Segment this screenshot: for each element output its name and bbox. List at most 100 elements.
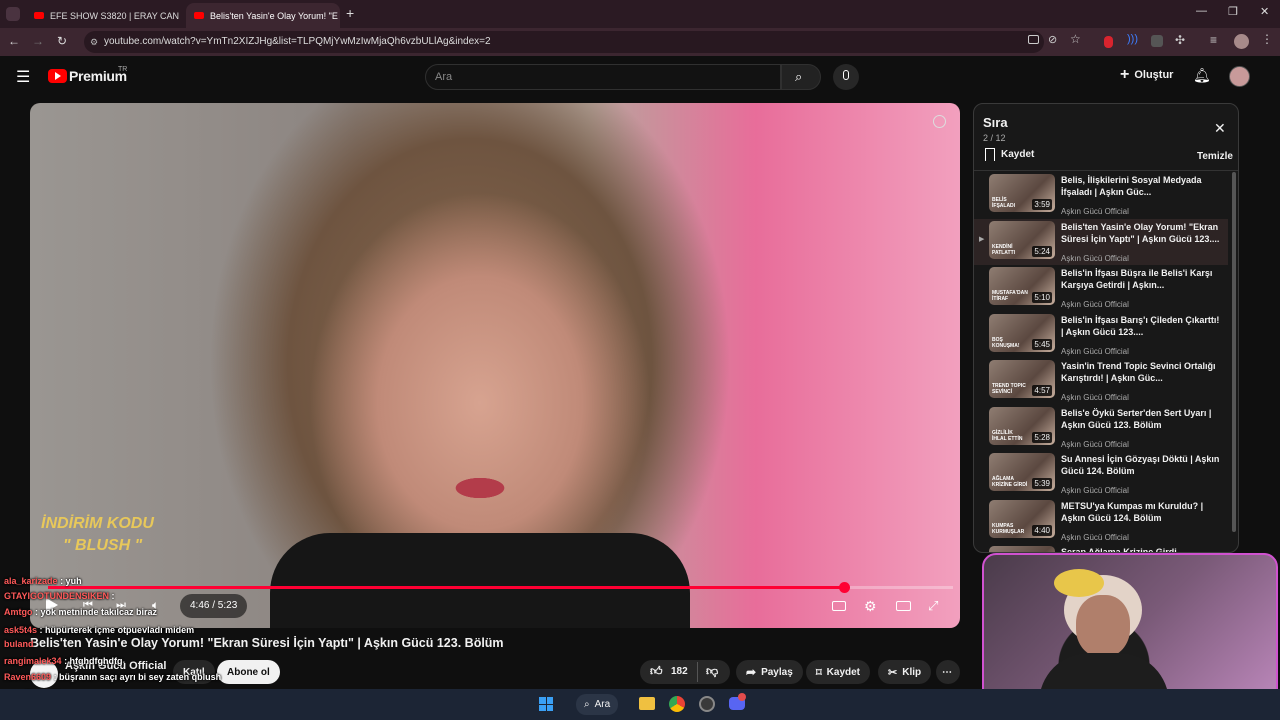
- playlist-item-channel: Aşkın Gücü Official: [1061, 300, 1129, 309]
- create-button[interactable]: + Oluştur: [1120, 67, 1174, 83]
- video-thumbnail[interactable]: TREND TOPIC SEVİNCİ 4:57: [989, 360, 1055, 398]
- browser-menu-icon[interactable]: ⋮: [1261, 32, 1273, 46]
- like-dislike-group: 👍︎ 182 👎︎: [640, 660, 730, 684]
- install-app-icon[interactable]: [1028, 35, 1039, 44]
- browser-toolbar: ← → ↻ ⚙ youtube.com/watch?v=YmTn2XIZJHg&…: [0, 28, 1280, 56]
- video-progress-bar[interactable]: [48, 582, 953, 593]
- time-display: 4:46 / 5:23: [180, 594, 248, 618]
- reload-icon[interactable]: ↻: [57, 34, 67, 48]
- extensions-puzzle-icon[interactable]: ✣: [1175, 33, 1185, 47]
- save-video-button[interactable]: ⌑ Kaydet: [806, 660, 871, 684]
- video-duration: 5:24: [1032, 245, 1052, 257]
- playlist-item-title: METSU'ya Kumpas mı Kuruldu? | Aşkın Gücü…: [1061, 500, 1204, 523]
- playlist-item[interactable]: ▶ KENDİNİ PATLATTI 5:24 Belis'ten Yasin'e O…: [974, 218, 1228, 265]
- video-thumbnail[interactable]: [989, 546, 1055, 552]
- new-tab-icon[interactable]: +: [346, 5, 354, 21]
- search-icon: ⌕: [584, 699, 590, 710]
- playlist-item[interactable]: BELİS İFŞALADI 3:59 Belis, İlişkilerini So…: [974, 172, 1228, 218]
- playlist-item[interactable]: GİZLİLİK İHLAL ETTİN 5:28 Belis'e Öykü Ser…: [974, 405, 1228, 451]
- video-thumbnail[interactable]: GİZLİLİK İHLAL ETTİN 5:28: [989, 406, 1055, 445]
- save-playlist-button[interactable]: Kaydet: [985, 148, 1034, 161]
- file-explorer-icon[interactable]: [639, 697, 655, 710]
- eye-off-icon[interactable]: ⊘: [1048, 33, 1057, 46]
- obs-icon[interactable]: [699, 696, 715, 712]
- bookmark-star-icon[interactable]: ☆: [1070, 32, 1081, 46]
- clip-button[interactable]: ✂ Klip: [878, 660, 932, 684]
- taskbar-search-label: Ara: [594, 699, 611, 710]
- profile-avatar[interactable]: [1234, 34, 1249, 49]
- video-duration: 4:40: [1032, 524, 1052, 536]
- chat-username[interactable]: GTAYIGOTUNDENSIKEN: [4, 591, 109, 601]
- forward-icon[interactable]: →: [32, 34, 44, 48]
- video-thumbnail[interactable]: KUMPAS KURMUŞLAR 4:40: [989, 499, 1055, 538]
- tab-efe-show[interactable]: EFE SHOW S3820 | ERAY CAN C ✕: [26, 3, 180, 28]
- playlist-item[interactable]: KUMPAS KURMUŞLAR 4:40 METSU'ya Kumpas mı K…: [974, 498, 1228, 544]
- thumbnail-caption: KUMPAS KURMUŞLAR: [992, 522, 1025, 535]
- thumbnail-caption: BELİS İFŞALADI: [992, 197, 1016, 209]
- back-icon[interactable]: ←: [8, 34, 20, 48]
- url-field[interactable]: ⚙ youtube.com/watch?v=YmTn2XIZJHg&list=T…: [84, 31, 1044, 53]
- voice-search-button[interactable]: [833, 64, 859, 90]
- more-actions-button[interactable]: ⋯: [936, 660, 960, 684]
- divider: [974, 170, 1238, 171]
- chat-username[interactable]: ala_karizade: [4, 576, 58, 586]
- tab-belis-video[interactable]: Belis'ten Yasin'e Olay Yorum! "E ✕: [186, 3, 340, 28]
- notifications-bell-icon[interactable]: 🔔︎: [1193, 67, 1211, 84]
- chat-username[interactable]: buland: [4, 639, 34, 649]
- video-thumbnail[interactable]: MUSTAFA'DAN İTİRAF 5:10: [989, 267, 1055, 305]
- restore-icon[interactable]: ❐: [1228, 5, 1238, 18]
- search-icon: ⌕: [795, 69, 803, 84]
- hamburger-menu-icon[interactable]: ☰: [16, 67, 30, 87]
- minimize-icon[interactable]: —: [1196, 5, 1207, 17]
- chrome-icon[interactable]: [669, 696, 685, 712]
- settings-gear-icon[interactable]: ⚙: [864, 598, 877, 615]
- clear-queue-button[interactable]: Temizle: [1197, 151, 1233, 162]
- subscribe-button[interactable]: Abone ol: [217, 660, 280, 684]
- extension-red-icon[interactable]: [1104, 36, 1113, 48]
- clip-label: Klip: [902, 666, 922, 678]
- search-input[interactable]: Ara: [425, 64, 781, 90]
- video-thumbnail[interactable]: AĞLAMA KRİZİNE GİRDİ 5:39: [989, 453, 1055, 491]
- more-horizontal-icon: ⋯: [942, 666, 952, 678]
- subtitles-icon[interactable]: [832, 601, 846, 611]
- account-avatar[interactable]: [1229, 66, 1250, 87]
- promo-code-label: İNDİRİM KODU: [41, 515, 154, 532]
- dislike-button[interactable]: 👎︎: [706, 664, 718, 679]
- playlist-item[interactable]: Serap Ağlama Krizine Girdi: [974, 544, 1228, 553]
- playlist-item-title: Serap Ağlama Krizine Girdi: [1061, 547, 1177, 553]
- share-button[interactable]: ➦ Paylaş: [736, 660, 803, 684]
- start-windows-icon[interactable]: [539, 697, 553, 711]
- taskbar-search[interactable]: ⌕ Ara: [576, 694, 619, 715]
- chat-text: : yok metninde takılcaz biraz: [35, 607, 158, 617]
- tab-search-button[interactable]: [6, 7, 20, 21]
- search-button[interactable]: ⌕: [781, 64, 821, 90]
- video-overlay-icon[interactable]: [933, 115, 946, 128]
- chat-username[interactable]: ask5t4s: [4, 625, 37, 635]
- window-close-icon[interactable]: ✕: [1260, 5, 1269, 18]
- playlist-item-title: Belis'e Öykü Serter'den Sert Uyarı | Aşk…: [1061, 407, 1212, 430]
- time-label: 4:46 / 5:23: [190, 600, 238, 611]
- playlist-item[interactable]: BOŞ KONUŞMA! 5:45 Belis'in İfşası Barış'ı …: [974, 312, 1228, 358]
- reading-list-icon[interactable]: ≡: [1210, 33, 1217, 47]
- playlist-item[interactable]: MUSTAFA'DAN İTİRAF 5:10 Belis'in İfşası Bü…: [974, 265, 1228, 311]
- extension-audio-icon[interactable]: ))): [1127, 33, 1138, 45]
- video-player[interactable]: İNDİRİM KODU " BLUSH " ⏮ ⏭ 🔈︎ 4:46 / 5:2…: [30, 103, 960, 628]
- close-playlist-icon[interactable]: ✕: [1214, 120, 1226, 137]
- like-button[interactable]: 👍︎: [650, 664, 663, 679]
- fullscreen-icon[interactable]: ⤢: [928, 598, 938, 614]
- site-info-icon[interactable]: ⚙: [90, 31, 98, 53]
- extension-icon[interactable]: [1151, 35, 1163, 47]
- video-thumbnail[interactable]: BELİS İFŞALADI 3:59: [989, 174, 1055, 212]
- chat-username[interactable]: Raven6609: [4, 672, 51, 682]
- chat-username[interactable]: Amtgo: [4, 607, 33, 617]
- youtube-logo-icon[interactable]: [48, 69, 67, 83]
- create-label: Oluştur: [1134, 69, 1174, 81]
- playlist-item[interactable]: AĞLAMA KRİZİNE GİRDİ 5:39 Su Annesi İçin G…: [974, 451, 1228, 497]
- video-thumbnail[interactable]: BOŞ KONUŞMA! 5:45: [989, 313, 1055, 352]
- playlist-scrollbar[interactable]: [1232, 172, 1236, 532]
- theater-mode-icon[interactable]: [896, 601, 911, 611]
- playlist-item[interactable]: TREND TOPIC SEVİNCİ 4:57 Yasin'in Trend To…: [974, 358, 1228, 404]
- chat-username[interactable]: rangimalek34: [4, 656, 62, 666]
- video-thumbnail[interactable]: KENDİNİ PATLATTI 5:24: [989, 220, 1055, 259]
- playlist-item-title: Belis, İlişkilerini Sosyal Medyada İfşal…: [1061, 175, 1202, 197]
